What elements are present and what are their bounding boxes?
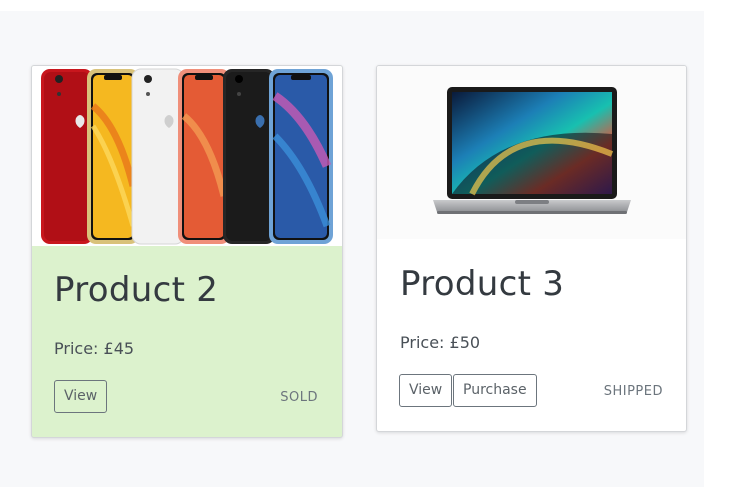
product-price: Price: £45 [54, 339, 135, 358]
product-title: Product 3 [400, 264, 565, 304]
product-price: Price: £50 [400, 333, 481, 352]
view-button[interactable]: View [54, 380, 108, 413]
iphone-xr-lineup-image [41, 68, 333, 245]
product-card-shipped: Product 3 Price: £50 View Purchase SHIPP… [376, 65, 687, 432]
macbook-pro-image [433, 87, 631, 214]
product-image [32, 66, 342, 246]
view-button[interactable]: View [399, 374, 453, 407]
status-label: SHIPPED [603, 384, 663, 399]
product-title: Product 2 [54, 270, 219, 310]
product-image [377, 66, 686, 239]
status-label: SOLD [280, 390, 318, 405]
purchase-button[interactable]: Purchase [453, 374, 537, 407]
product-card-sold: Product 2 Price: £45 View SOLD [31, 65, 343, 438]
